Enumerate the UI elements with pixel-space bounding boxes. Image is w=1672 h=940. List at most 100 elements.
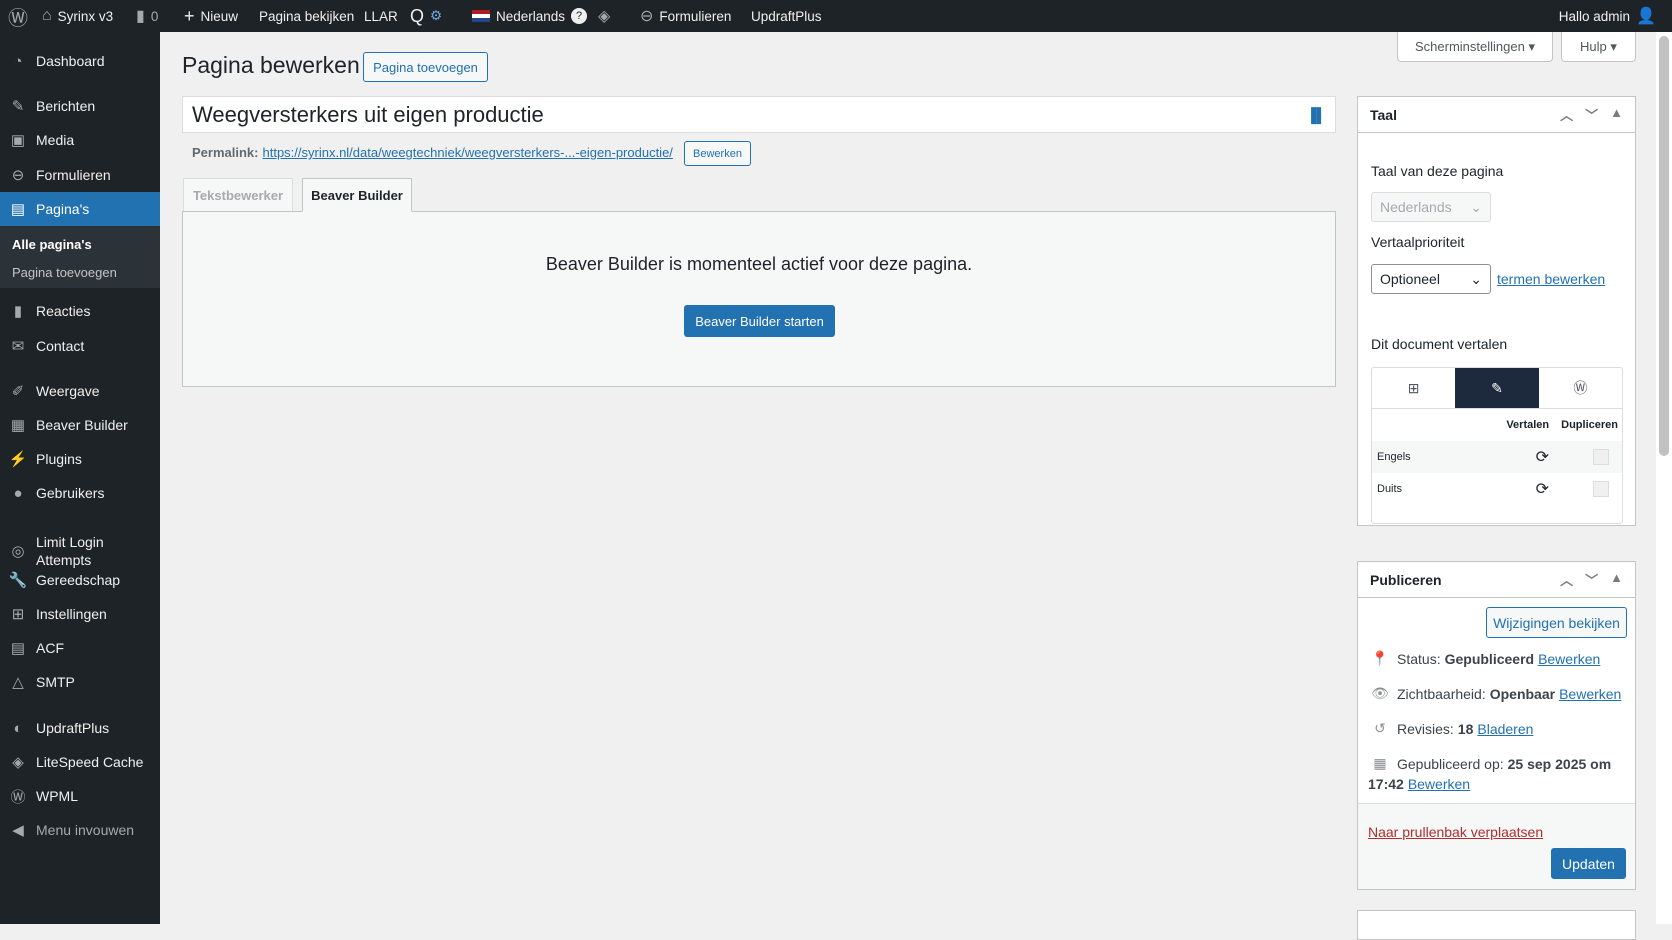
permalink-label: Permalink: <box>192 145 259 160</box>
site-name: Syrinx v3 <box>57 8 114 24</box>
sidebar-item-label: Plugins <box>36 451 82 467</box>
litespeed-icon[interactable]: ◈ <box>598 0 610 32</box>
page-language-select: Nederlands ⌄ <box>1371 192 1491 222</box>
scrollbar[interactable] <box>1656 32 1672 924</box>
page-title: Pagina bewerken <box>182 52 360 78</box>
move-up-icon[interactable]: ︿ <box>1560 570 1573 589</box>
history-icon: ↺ <box>1374 720 1386 736</box>
wrench-icon: 🔧 <box>8 572 28 589</box>
sidebar-item-instellingen[interactable]: ⊞ Instellingen <box>0 597 160 631</box>
status-edit-link[interactable]: Bewerken <box>1538 651 1600 667</box>
priority-select[interactable]: Optioneel ⌄ <box>1371 264 1491 294</box>
new-link[interactable]: + Nieuw <box>184 0 238 32</box>
sidebar-item-media[interactable]: ▣ Media <box>0 123 160 157</box>
sidebar-item-label: Beaver Builder <box>36 417 128 433</box>
sidebar-item-reacties[interactable]: ▮ Reacties <box>0 294 160 328</box>
revisions-row: ↺ Revisies: 18 Bladeren <box>1371 720 1533 737</box>
sidebar-item-formulieren[interactable]: ⊖ Formulieren <box>0 158 160 192</box>
grid-tab-icon[interactable]: ⊞ <box>1372 368 1455 408</box>
revisions-browse-link[interactable]: Bladeren <box>1477 721 1533 737</box>
sidebar-item-berichten[interactable]: ✎ Berichten <box>0 89 160 123</box>
comments-link[interactable]: ▮ 0 <box>136 0 158 32</box>
sidebar-item-plugins[interactable]: ⚡ Plugins <box>0 442 160 476</box>
sidebar-item-litespeed-cache[interactable]: ◈ LiteSpeed Cache <box>0 745 160 779</box>
fingerprint-icon: ◎ <box>11 543 25 560</box>
help-button[interactable]: Hulp ▾ <box>1561 32 1636 62</box>
translate-refresh-icon[interactable]: ⟳ <box>1536 447 1549 467</box>
sidebar-item-gebruikers[interactable]: ● Gebruikers <box>0 476 160 510</box>
wordpress-tab-icon[interactable]: Ⓦ <box>1539 368 1622 408</box>
bb-start-button[interactable]: Beaver Builder starten <box>684 305 835 337</box>
published-edit-link[interactable]: Bewerken <box>1408 776 1470 792</box>
translate-tab-icon[interactable]: ✎ <box>1455 368 1539 408</box>
post-title-input[interactable]: Weegversterkers uit eigen productie ▐▌ <box>182 96 1336 133</box>
grid-icon: ▦ <box>10 417 26 434</box>
permalink-edit-button[interactable]: Bewerken <box>684 141 751 166</box>
language-row: Duits ⟳ <box>1372 473 1622 505</box>
duplicate-checkbox[interactable] <box>1593 481 1609 497</box>
forms-link[interactable]: ⊖ Formulieren <box>640 0 731 32</box>
publish-actions: Naar prullenbak verplaatsen Updaten <box>1358 803 1635 889</box>
gear-icon: ⚙ <box>430 8 443 23</box>
sidebar-item-menu-invouwen[interactable]: ◀ Menu invouwen <box>0 813 160 847</box>
quality-icon[interactable]: Q ⚙ <box>410 0 442 32</box>
toggle-icon[interactable]: ▲ <box>1610 105 1623 124</box>
page-language-label: Taal van deze pagina <box>1371 163 1504 179</box>
site-name-link[interactable]: ⌂ Syrinx v3 <box>42 0 113 32</box>
screen-options-label: Scherminstellingen <box>1415 39 1525 54</box>
sidebar-item-pagina-s[interactable]: ▤ Pagina's <box>0 192 160 226</box>
scrollbar-thumb[interactable] <box>1659 36 1669 456</box>
language-row: Engels ⟳ <box>1372 441 1622 473</box>
dutch-flag-icon <box>472 10 490 22</box>
updraft-link[interactable]: UpdraftPlus <box>751 0 822 32</box>
plugin-icon: ⚡ <box>8 451 28 468</box>
sidebar-item-dashboard[interactable]: ◔ Dashboard <box>0 44 160 78</box>
updraft-icon: ◐ <box>13 719 23 737</box>
greeting: Hallo admin <box>1558 8 1631 24</box>
language-switcher[interactable]: Nederlands? <box>472 0 588 32</box>
sidebar-item-weergave[interactable]: ✐ Weergave <box>0 374 160 408</box>
comments-icon: ▮ <box>13 303 23 320</box>
submenu-item[interactable]: Alle pagina's <box>12 237 92 252</box>
publish-box-title: Publiceren <box>1370 571 1442 588</box>
account-menu[interactable]: Hallo admin 👤 <box>1559 0 1656 32</box>
visibility-edit-link[interactable]: Bewerken <box>1559 686 1621 702</box>
translation-table: ⊞ ✎ Ⓦ Vertalen Dupliceren Engels ⟳ Duits ⟳ <box>1371 367 1623 524</box>
duplicate-checkbox[interactable] <box>1593 449 1609 465</box>
move-down-icon[interactable]: ﹀ <box>1585 105 1598 124</box>
tab-beaver-builder[interactable]: Beaver Builder <box>302 178 412 212</box>
trash-link[interactable]: Naar prullenbak verplaatsen <box>1368 824 1543 840</box>
status-value: Gepubliceerd <box>1444 650 1535 667</box>
forms-icon: ⊖ <box>11 167 25 184</box>
view-page-link[interactable]: Pagina bekijken <box>259 0 354 32</box>
toggle-icon[interactable]: ▲ <box>1610 570 1623 589</box>
sidebar-item-wpml[interactable]: Ⓦ WPML <box>0 779 160 813</box>
llar-link[interactable]: LLAR <box>364 0 398 32</box>
submenu-item[interactable]: Pagina toevoegen <box>12 265 117 280</box>
beaver-builder-panel: Beaver Builder is momenteel actief voor … <box>182 211 1336 387</box>
tab-text-editor[interactable]: Tekstbewerker <box>183 178 293 212</box>
screen-options-button[interactable]: Scherminstellingen ▾ <box>1397 32 1553 62</box>
wordpress-logo-icon[interactable]: Ⓦ <box>8 0 28 32</box>
sidebar-item-label: Contact <box>36 338 85 354</box>
sidebar-item-updraftplus[interactable]: ◐ UpdraftPlus <box>0 711 160 745</box>
translate-refresh-icon[interactable]: ⟳ <box>1536 479 1549 499</box>
sidebar-item-beaver-builder[interactable]: ▦ Beaver Builder <box>0 408 160 442</box>
update-button[interactable]: Updaten <box>1551 848 1626 879</box>
add-page-button[interactable]: Pagina toevoegen <box>363 52 488 82</box>
permalink-link[interactable]: https://syrinx.nl/data/weegtechniek/weeg… <box>262 145 672 160</box>
sidebar-item-acf[interactable]: ▤ ACF <box>0 631 160 665</box>
avatar-icon: 👤 <box>1636 8 1656 25</box>
bb-icon[interactable]: ▐▌ <box>1306 107 1326 123</box>
preview-changes-button[interactable]: Wijzigingen bekijken <box>1486 607 1627 638</box>
sidebar-item-smtp[interactable]: △ SMTP <box>0 665 160 699</box>
language-label: Nederlands <box>496 8 566 24</box>
forms-label: Formulieren <box>659 8 732 24</box>
sidebar-item-gereedschap[interactable]: 🔧 Gereedschap <box>0 563 160 597</box>
language-box-title: Taal <box>1370 106 1397 123</box>
translate-label: Dit document vertalen <box>1371 336 1508 352</box>
move-down-icon[interactable]: ﹀ <box>1585 570 1598 589</box>
sidebar-item-contact[interactable]: ✉ Contact <box>0 329 160 363</box>
move-up-icon[interactable]: ︿ <box>1560 105 1573 124</box>
terms-edit-link[interactable]: termen bewerken <box>1497 271 1605 287</box>
